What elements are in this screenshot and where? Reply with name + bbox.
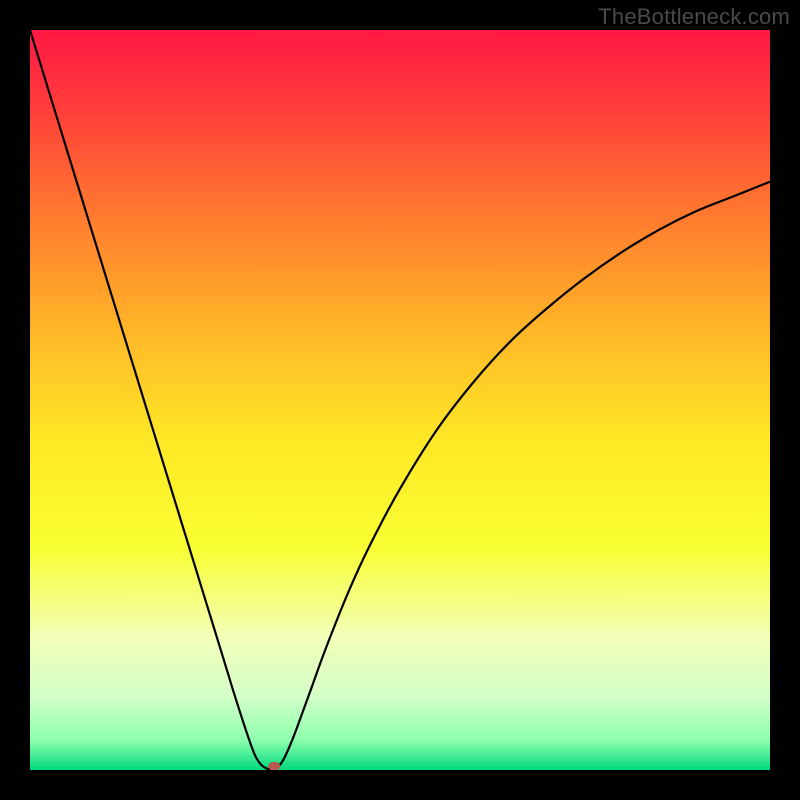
gradient-background	[30, 30, 770, 770]
chart	[30, 30, 770, 770]
watermark-text: TheBottleneck.com	[598, 4, 790, 30]
chart-svg	[30, 30, 770, 770]
